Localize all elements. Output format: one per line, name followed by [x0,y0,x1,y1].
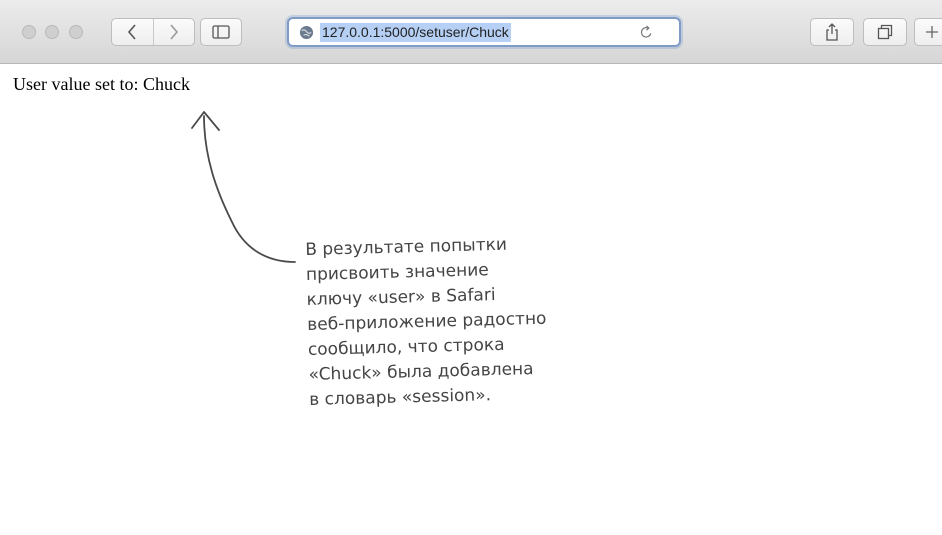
close-window-button[interactable] [22,25,36,39]
globe-icon [299,25,314,40]
reload-icon[interactable] [639,25,654,40]
forward-button[interactable] [152,19,194,45]
back-button[interactable] [112,19,153,45]
new-tab-button[interactable] [914,18,942,46]
minimize-window-button[interactable] [45,25,59,39]
annotation-note: В результате попытки присвоить значение … [305,229,669,413]
share-icon [826,23,838,41]
browser-toolbar: 127.0.0.1:5000/setuser/Chuck [0,0,942,64]
chevron-left-icon [128,24,137,40]
zoom-window-button[interactable] [69,25,83,39]
plus-icon [926,26,938,38]
sidebar-icon [212,25,230,39]
user-value-message: User value set to: Chuck [13,74,190,94]
chevron-right-icon [170,24,179,40]
sidebar-button[interactable] [200,18,242,46]
url-text[interactable]: 127.0.0.1:5000/setuser/Chuck [320,23,511,42]
show-tabs-button[interactable] [863,18,907,46]
tabs-icon [877,24,893,40]
address-bar[interactable]: 127.0.0.1:5000/setuser/Chuck [287,17,681,47]
share-button[interactable] [810,18,854,46]
navigation-buttons [111,18,195,46]
